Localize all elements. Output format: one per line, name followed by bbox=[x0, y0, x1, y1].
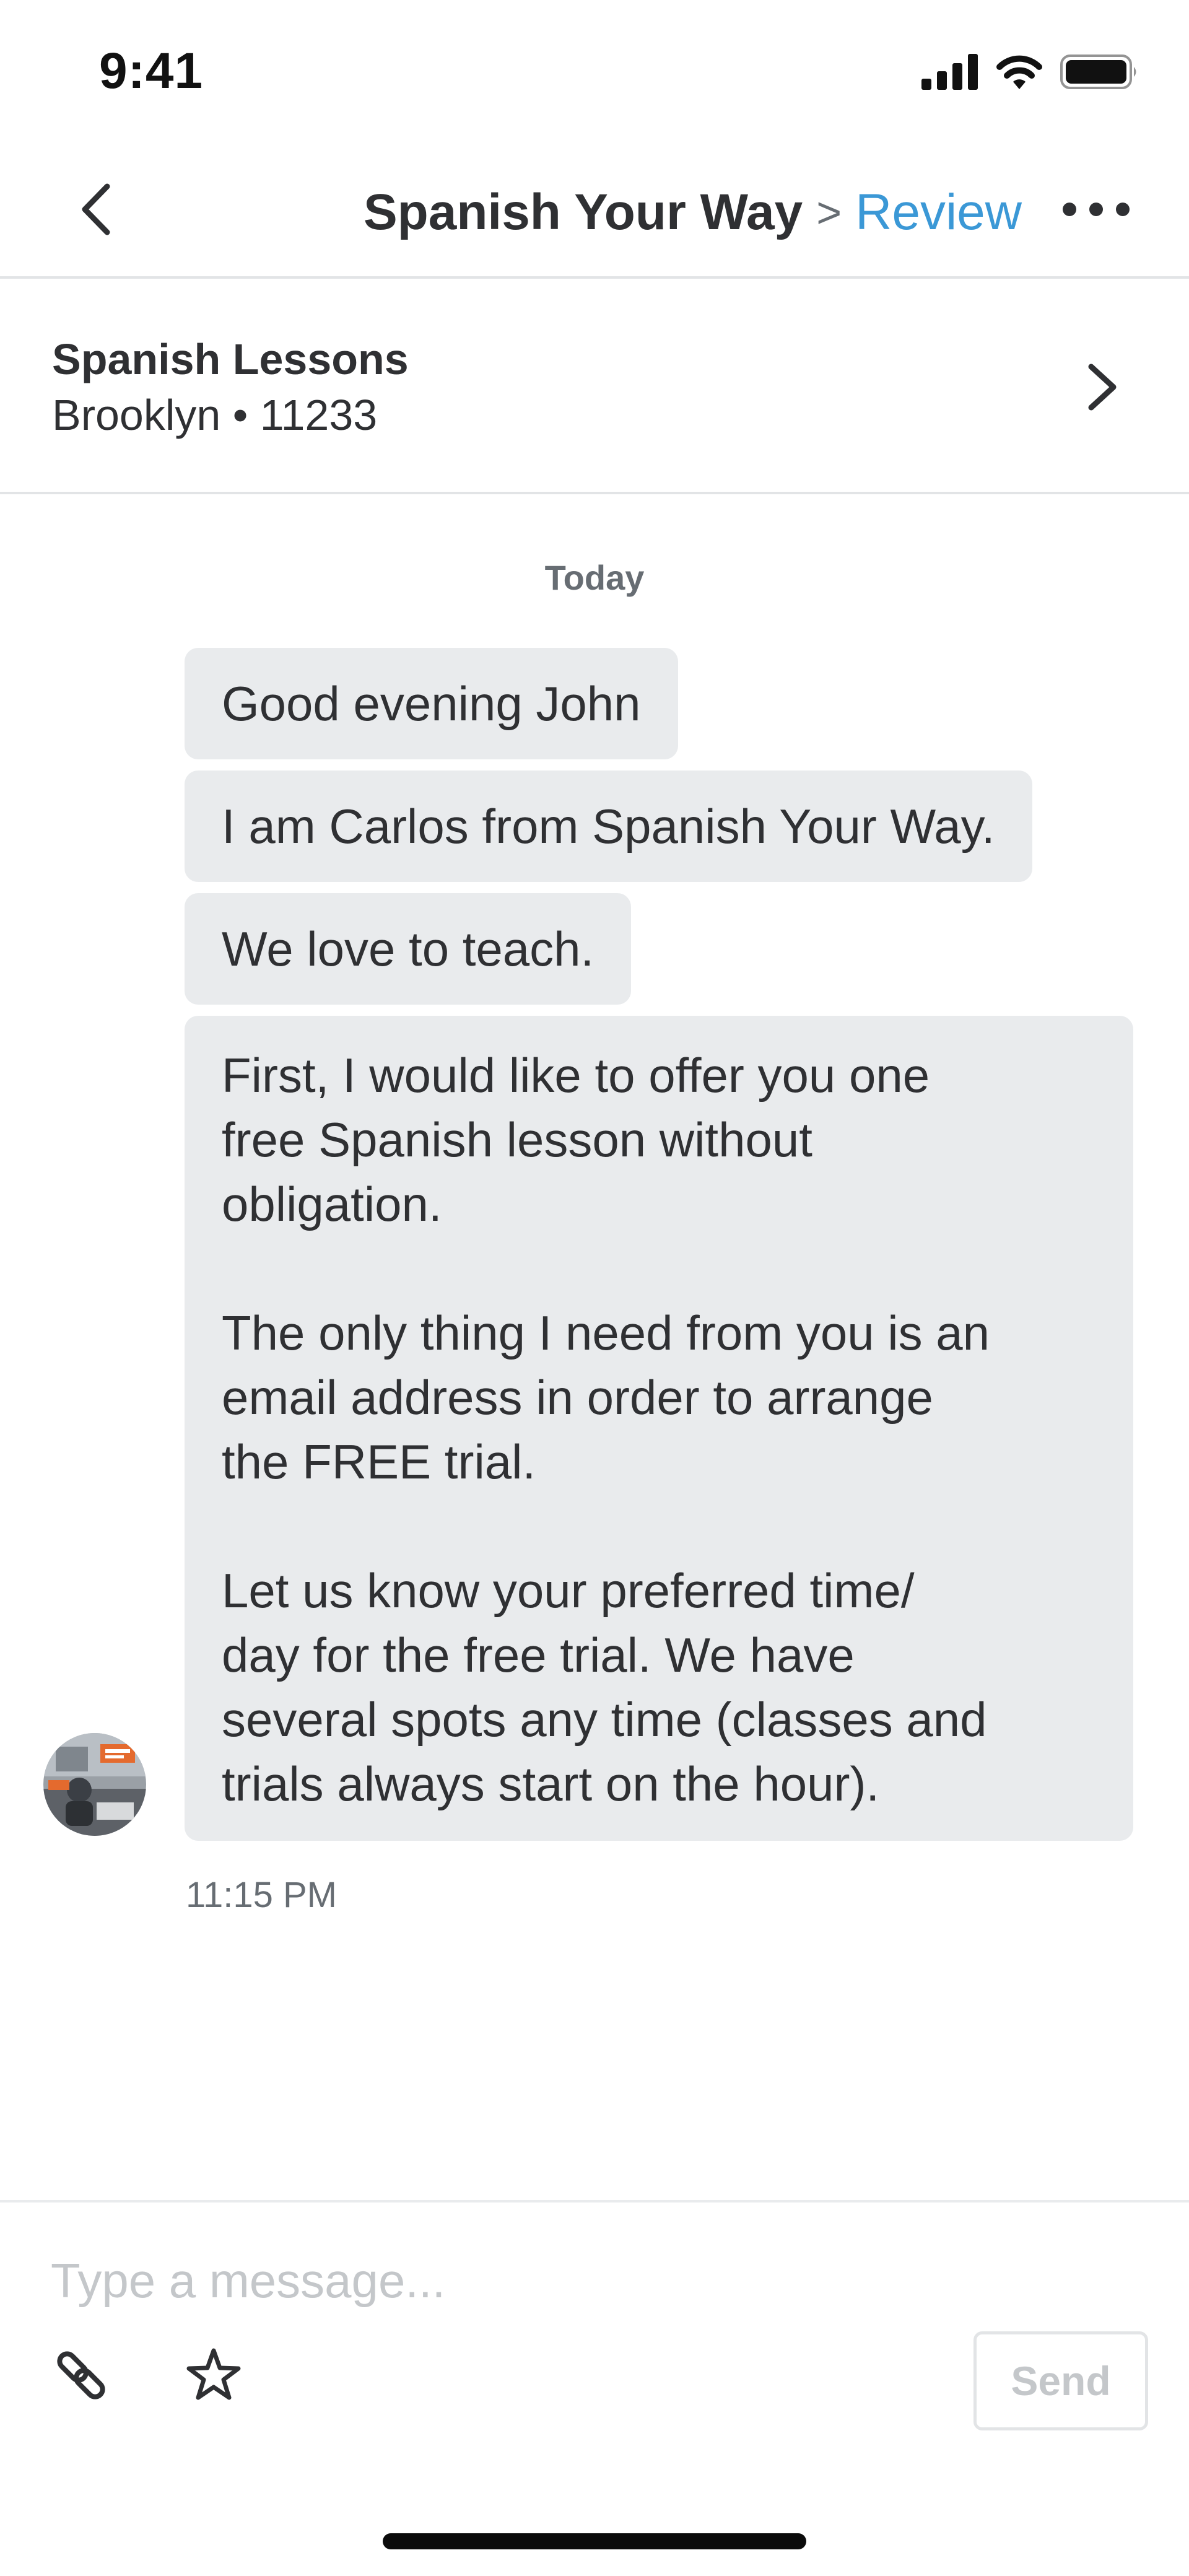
message-bubble: We love to teach. bbox=[185, 893, 632, 1005]
messages-screen: 9:41 Spanish Your Way > Review Spanish L… bbox=[0, 0, 1189, 2576]
attach-button[interactable] bbox=[47, 2342, 115, 2411]
favorite-button[interactable] bbox=[180, 2342, 248, 2411]
pro-name-link[interactable]: Spanish Your Way bbox=[364, 183, 803, 242]
message-bubble: First, I would like to offer you one fre… bbox=[185, 1016, 1133, 1841]
message-timestamp: 11:15 PM bbox=[186, 1875, 337, 1915]
more-horizontal-icon bbox=[1061, 201, 1131, 220]
chevron-left-icon bbox=[77, 181, 115, 240]
message-input[interactable] bbox=[50, 2240, 1105, 2321]
request-summary-row[interactable]: Spanish Lessons Brooklyn • 11233 bbox=[0, 279, 1189, 494]
nav-title: Spanish Your Way > Review bbox=[364, 178, 1022, 247]
request-title: Spanish Lessons bbox=[52, 335, 409, 383]
send-button[interactable]: Send bbox=[973, 2331, 1148, 2430]
back-button[interactable] bbox=[62, 177, 130, 245]
status-icons bbox=[921, 48, 1139, 98]
status-time: 9:41 bbox=[99, 43, 204, 99]
message-bubble: Good evening John bbox=[185, 648, 678, 759]
paperclip-icon bbox=[50, 2344, 112, 2409]
sender-avatar[interactable] bbox=[43, 1733, 146, 1836]
chevron-right-icon bbox=[1078, 359, 1127, 415]
message-list: Good evening John I am Carlos from Spani… bbox=[185, 648, 1133, 1852]
home-indicator[interactable] bbox=[383, 2533, 806, 2549]
battery-icon bbox=[1060, 53, 1139, 94]
cellular-signal-icon bbox=[921, 53, 978, 93]
request-location: Brooklyn • 11233 bbox=[52, 391, 378, 439]
nav-header: Spanish Your Way > Review bbox=[0, 142, 1189, 279]
status-bar: 9:41 bbox=[0, 0, 1189, 142]
message-composer: Send bbox=[0, 2200, 1189, 2576]
title-separator: > bbox=[816, 188, 842, 237]
wifi-icon bbox=[995, 53, 1044, 94]
star-icon bbox=[184, 2346, 243, 2408]
message-bubble: I am Carlos from Spanish Your Way. bbox=[185, 771, 1032, 882]
review-link[interactable]: Review bbox=[855, 183, 1022, 242]
more-options-button[interactable] bbox=[1059, 186, 1133, 235]
day-divider: Today bbox=[544, 558, 645, 597]
